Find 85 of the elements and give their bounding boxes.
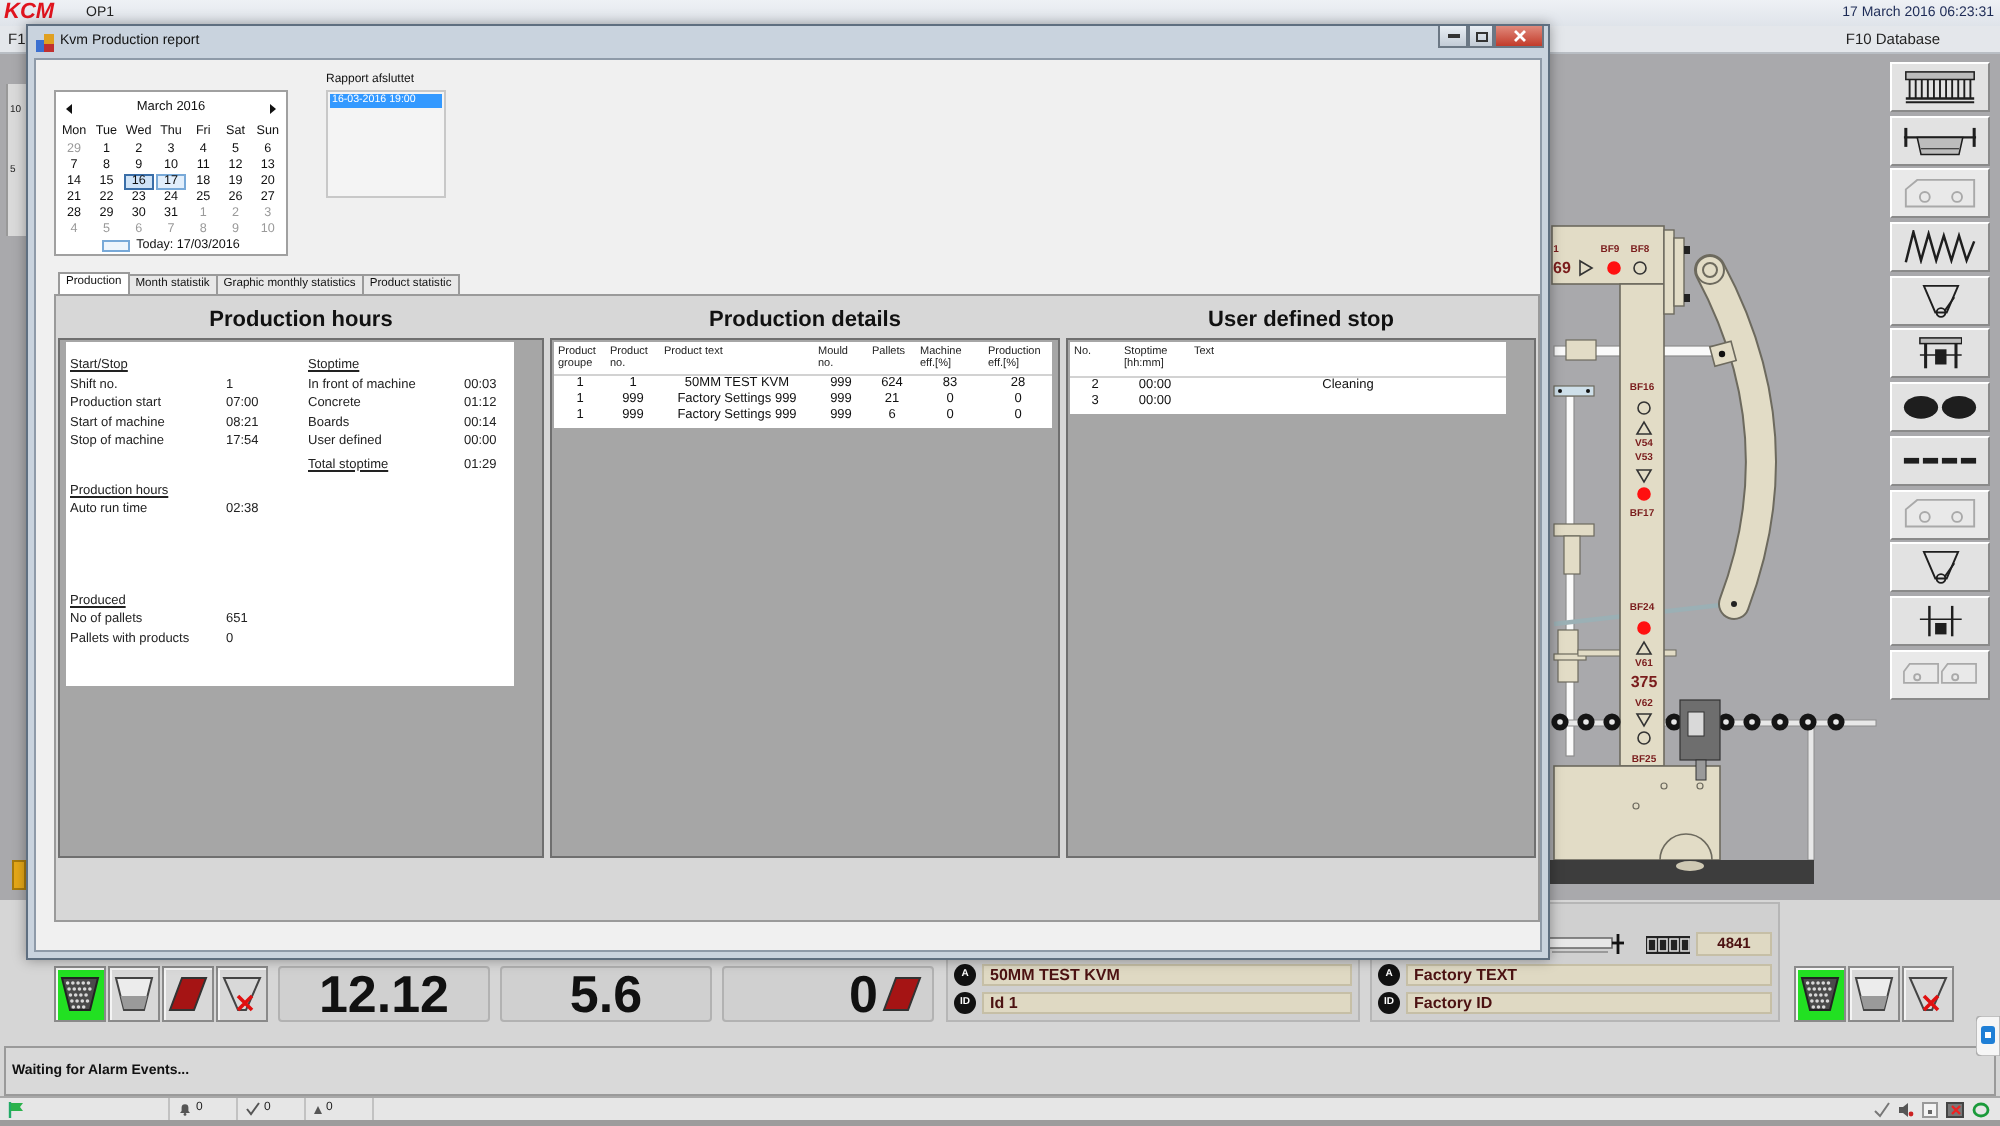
flag-icon <box>8 1101 24 1117</box>
remote-tab-icon[interactable] <box>1976 1016 2000 1056</box>
toolbar-button[interactable] <box>1890 435 1990 486</box>
dotted-basket-icon <box>1800 976 1840 1012</box>
clamp <box>1553 629 1587 683</box>
zigzag-icon <box>1902 230 1978 265</box>
bracket <box>1708 340 1738 368</box>
mode-button[interactable] <box>1794 966 1846 1022</box>
mould-icon <box>1548 932 1624 956</box>
previous-icon[interactable] <box>66 103 72 113</box>
up-triangle-icon <box>1635 640 1653 655</box>
toolbar-button[interactable] <box>1890 222 1990 273</box>
crossed-funnel-icon <box>1908 976 1948 1012</box>
tab-marker-icon <box>12 860 26 890</box>
toolbar-button[interactable] <box>1890 382 1990 433</box>
next-icon[interactable] <box>269 103 276 113</box>
counter-icon <box>1646 935 1690 953</box>
dashes-icon <box>1902 455 1978 466</box>
toolbar-button[interactable] <box>1890 328 1990 379</box>
right-triangle-icon <box>1579 259 1594 277</box>
cart-icon <box>1902 498 1978 530</box>
reading-value: 375 <box>1630 673 1658 691</box>
triangle-icon <box>314 1105 322 1113</box>
carriage <box>1553 339 1597 397</box>
panel-title: User defined stop <box>1206 305 1396 335</box>
dotted-basket-icon <box>60 976 100 1012</box>
cart-icon <box>1902 178 1978 209</box>
mode-button[interactable] <box>108 966 160 1022</box>
carts-icon <box>1902 662 1978 686</box>
panel-title: Production hours <box>207 305 395 335</box>
basket-icon <box>114 976 154 1012</box>
close-icon <box>1513 30 1525 42</box>
counter-value: 5.6 <box>569 966 643 1022</box>
app-icon <box>36 33 54 51</box>
down-triangle-icon <box>1635 713 1653 728</box>
box-icon <box>1922 1101 1938 1117</box>
mode-button[interactable] <box>54 966 106 1022</box>
funnel-icon <box>1921 283 1959 318</box>
info-field: Id 1 <box>982 992 1352 1014</box>
basket-icon <box>1854 976 1894 1012</box>
down-triangle-icon <box>1635 469 1653 484</box>
flange <box>1663 229 1690 315</box>
bell-icon <box>178 1102 192 1116</box>
rack-icon <box>1902 69 1978 105</box>
close-button[interactable] <box>1494 26 1544 48</box>
tick-icon <box>246 1102 260 1116</box>
press-icon <box>1917 336 1963 371</box>
ring-icon <box>1972 1101 1990 1117</box>
toolbar-button[interactable] <box>1890 275 1990 326</box>
machine-beam <box>1551 225 1665 285</box>
frame-icon <box>1917 603 1963 638</box>
motor <box>1679 699 1721 781</box>
window-icon <box>1946 1101 1964 1117</box>
counter-value: 0 <box>849 966 878 1022</box>
mode-button[interactable] <box>216 966 268 1022</box>
mould-icon <box>1902 125 1978 156</box>
ovals-icon <box>1902 393 1978 421</box>
mode-button[interactable] <box>1902 966 1954 1022</box>
mode-button[interactable] <box>1848 966 1900 1022</box>
board-icon <box>882 976 922 1012</box>
counter-value: 12.12 <box>318 966 450 1022</box>
info-field: Factory ID <box>1406 992 1772 1014</box>
up-triangle-icon <box>1635 420 1653 435</box>
minimize-button[interactable] <box>1438 26 1468 48</box>
toolbar-button[interactable] <box>1890 115 1990 166</box>
minimize-icon <box>1447 34 1459 38</box>
check-icon <box>1874 1101 1890 1117</box>
maximize-button[interactable] <box>1468 26 1494 48</box>
speaker-icon <box>1898 1101 1914 1117</box>
today-marker-icon <box>102 240 131 252</box>
maximize-icon <box>1475 31 1487 41</box>
logo: KCM <box>4 2 57 24</box>
clamp <box>1553 523 1595 575</box>
support-post <box>1807 725 1815 861</box>
board-icon <box>168 976 208 1012</box>
info-field: Factory TEXT <box>1406 964 1772 986</box>
funnel-icon <box>1921 550 1959 585</box>
toolbar-button[interactable] <box>1890 595 1990 646</box>
reading-value: 69 <box>1553 259 1571 277</box>
info-field: 50MM TEST KVM <box>982 964 1352 986</box>
toolbar-button[interactable] <box>1890 62 1990 112</box>
panel-title: Production details <box>707 305 903 335</box>
mode-button[interactable] <box>162 966 214 1022</box>
toolbar-button[interactable] <box>1890 542 1990 593</box>
crossed-funnel-icon <box>222 976 262 1012</box>
